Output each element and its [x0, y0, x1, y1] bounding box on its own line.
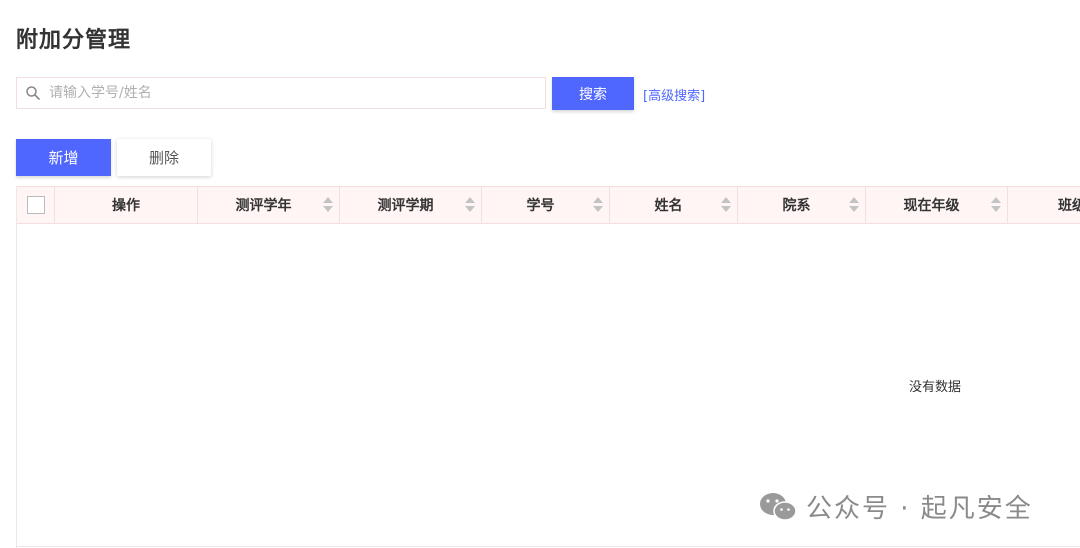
- sort-icon[interactable]: [991, 197, 1001, 213]
- delete-button[interactable]: 删除: [117, 139, 211, 176]
- column-header-label: 现在年级: [903, 198, 960, 214]
- column-header-label: 姓名: [654, 198, 683, 214]
- column-header-operation: 操作: [55, 187, 198, 223]
- column-header-name[interactable]: 姓名: [610, 187, 738, 223]
- column-header-label: 操作: [112, 198, 140, 214]
- column-header-department[interactable]: 院系: [738, 187, 866, 223]
- watermark: 公众号 · 起凡安全: [758, 488, 1033, 525]
- sort-icon[interactable]: [849, 197, 859, 213]
- column-header-eval-year[interactable]: 测评学年: [198, 187, 340, 223]
- column-header-eval-term[interactable]: 测评学期: [340, 187, 482, 223]
- column-header-current-grade[interactable]: 现在年级: [866, 187, 1008, 223]
- empty-state-text: 没有数据: [909, 380, 962, 395]
- column-header-label: 学号: [526, 198, 555, 214]
- search-button[interactable]: 搜索: [552, 77, 634, 110]
- search-icon: [26, 86, 40, 100]
- column-header-label: 院系: [782, 198, 811, 214]
- page-title: 附加分管理: [16, 28, 132, 53]
- watermark-text: 公众号 · 起凡安全: [806, 494, 1033, 524]
- table-bottom-border: [16, 546, 1080, 547]
- header-select-all-cell: [17, 187, 55, 223]
- sort-icon[interactable]: [323, 197, 333, 213]
- sort-icon[interactable]: [721, 197, 731, 213]
- page: 附加分管理 搜索 [高级搜索] 新增 删除 操作 测评学年 测评学期: [0, 0, 1080, 548]
- column-header-label: 班级: [1058, 198, 1080, 214]
- column-header-student-id[interactable]: 学号: [482, 187, 610, 223]
- wechat-icon: [760, 492, 797, 521]
- search-input[interactable]: [47, 84, 521, 102]
- add-button[interactable]: 新增: [16, 139, 111, 176]
- search-field[interactable]: [16, 77, 546, 109]
- column-header-label: 测评学年: [235, 198, 292, 214]
- sort-icon[interactable]: [593, 197, 603, 213]
- select-all-checkbox[interactable]: [26, 196, 45, 214]
- column-header-label: 测评学期: [377, 198, 434, 214]
- advanced-search-link[interactable]: [高级搜索]: [643, 85, 705, 104]
- sort-icon[interactable]: [465, 197, 475, 213]
- table-header: 操作 测评学年 测评学期 学号 姓名 院系 现在年级 班级: [17, 186, 1080, 224]
- column-header-class[interactable]: 班级: [1008, 187, 1080, 223]
